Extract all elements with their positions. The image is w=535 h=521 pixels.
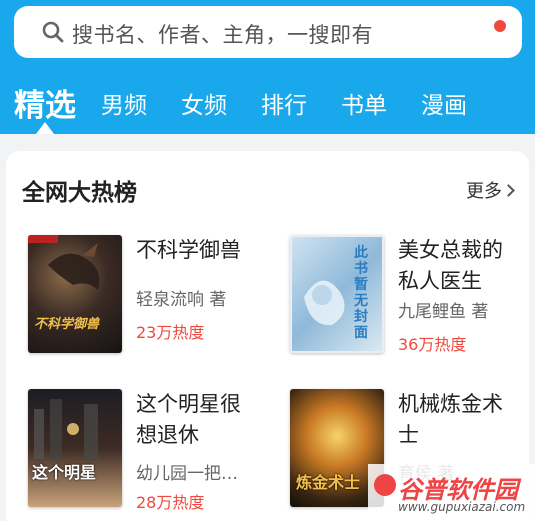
active-tab-indicator bbox=[36, 122, 54, 134]
book-heat: 23万热度 bbox=[136, 323, 205, 342]
cover-title: 不科学御兽 bbox=[34, 317, 100, 332]
app-header: 搜书名、作者、主角，一搜即有 精选 男频 女频 排行 书单 漫画 bbox=[0, 0, 535, 134]
tab-booklist[interactable]: 书单 bbox=[341, 86, 387, 120]
more-button[interactable]: 更多 bbox=[466, 177, 515, 203]
book-author: 幼儿园一把… bbox=[136, 464, 238, 484]
book-item[interactable]: 不科学御兽 不科学御兽 轻泉流响 著 23万热度 bbox=[28, 235, 268, 353]
book-cover: 此书暂无封面 bbox=[290, 235, 384, 353]
book-cover: 这个明星 bbox=[28, 389, 122, 507]
tab-comics[interactable]: 漫画 bbox=[421, 86, 467, 120]
book-cover: 不科学御兽 bbox=[28, 235, 122, 353]
city-night-illustration bbox=[34, 399, 98, 459]
book-title: 不科学御兽 bbox=[136, 238, 241, 262]
cover-title: 炼金术士 bbox=[296, 473, 361, 492]
section-title: 全网大热榜 bbox=[22, 180, 137, 206]
book-heat: 28万热度 bbox=[136, 493, 205, 512]
book-item[interactable]: 这个明星 这个明星很想退休 幼儿园一把… 28万热度 bbox=[28, 389, 268, 512]
search-bar[interactable]: 搜书名、作者、主角，一搜即有 bbox=[14, 6, 522, 58]
book-item[interactable]: 此书暂无封面 美女总裁的私人医生 九尾鲤鱼 著 36万热度 bbox=[290, 235, 520, 354]
category-tabs: 精选 男频 女频 排行 书单 漫画 bbox=[0, 78, 535, 126]
search-placeholder: 搜书名、作者、主角，一搜即有 bbox=[72, 23, 373, 47]
tab-featured[interactable]: 精选 bbox=[14, 80, 76, 125]
tab-ranking[interactable]: 排行 bbox=[261, 86, 307, 120]
book-author: 轻泉流响 著 bbox=[136, 290, 227, 310]
watermark-logo-icon bbox=[374, 474, 396, 496]
watermark: 谷普软件园 www.gupuxiazai.com bbox=[368, 464, 535, 521]
dragon-illustration bbox=[28, 235, 100, 290]
watermark-url: www.gupuxiazai.com bbox=[398, 500, 526, 514]
chevron-right-icon bbox=[502, 184, 515, 197]
tab-male[interactable]: 男频 bbox=[101, 86, 147, 120]
tab-female[interactable]: 女频 bbox=[181, 86, 227, 120]
book-title: 这个明星很想退休 bbox=[136, 392, 241, 447]
book-title: 美女总裁的私人医生 bbox=[398, 238, 503, 293]
book-title: 机械炼金术士 bbox=[398, 392, 503, 447]
more-label: 更多 bbox=[466, 181, 502, 202]
cover-title: 此书暂无封面 bbox=[354, 245, 368, 341]
notification-dot bbox=[494, 20, 506, 32]
book-heat: 36万热度 bbox=[398, 335, 467, 354]
book-author: 九尾鲤鱼 著 bbox=[398, 302, 489, 322]
cover-title: 这个明星 bbox=[32, 463, 97, 482]
search-icon bbox=[42, 21, 64, 43]
